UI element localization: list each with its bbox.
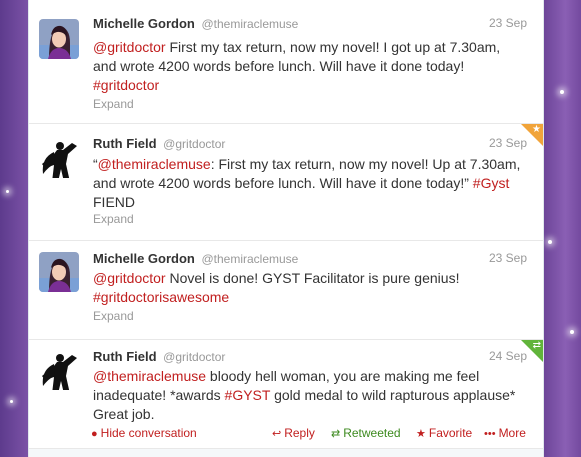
hashtag-link[interactable]: #Gyst: [473, 175, 510, 191]
tweet-text: “@themiraclemuse: First my tax return, n…: [93, 155, 527, 212]
background-left: [0, 0, 28, 457]
timeline: Michelle Gordon @themiraclemuse 23 Sep @…: [28, 0, 544, 457]
sparkle-decoration: [560, 90, 564, 94]
author-handle[interactable]: @gritdoctor: [163, 137, 225, 151]
author-name[interactable]: Michelle Gordon: [93, 16, 195, 31]
retweeted-label: Retweeted: [343, 426, 401, 440]
tweet[interactable]: ⇄ Ruth Field @gritdoctor 24 Sep @themira…: [29, 340, 543, 450]
reply-button[interactable]: ↩ Reply: [272, 426, 315, 440]
expand-link[interactable]: Expand: [93, 212, 134, 226]
avatar-ruth-field[interactable]: [39, 138, 79, 178]
star-icon: ★: [532, 124, 541, 135]
sparkle-decoration: [6, 190, 9, 193]
favorite-label: Favorite: [428, 426, 473, 440]
expand-link[interactable]: Expand: [93, 309, 134, 323]
author-name[interactable]: Michelle Gordon: [93, 251, 195, 266]
text-segment: FIEND: [93, 194, 135, 210]
text-segment: Novel is done! GYST Facilitator is pure …: [165, 270, 460, 286]
sparkle-decoration: [548, 240, 552, 244]
mention-link[interactable]: @themiraclemuse: [98, 156, 211, 172]
tweet-text: @gritdoctor First my tax return, now my …: [93, 38, 527, 95]
mention-link[interactable]: @themiraclemuse: [93, 368, 206, 384]
tweet-header: Ruth Field @gritdoctor 24 Sep: [93, 349, 527, 369]
mention-link[interactable]: @gritdoctor: [93, 39, 166, 55]
more-label: More: [498, 426, 526, 440]
speech-bubble-icon: ●: [91, 428, 98, 440]
tweet[interactable]: ★ Ruth Field @gritdoctor 23 Sep “@themir…: [29, 124, 543, 241]
background-right: [542, 0, 581, 457]
reply-icon: ↩: [272, 428, 282, 440]
hashtag-link[interactable]: #gritdoctor: [93, 77, 159, 93]
tweet-header: Michelle Gordon @themiraclemuse 23 Sep: [93, 251, 527, 271]
hide-conversation-link[interactable]: ● Hide conversation: [91, 426, 197, 440]
tweet-text: @themiraclemuse bloody hell woman, you a…: [93, 367, 527, 424]
hashtag-link[interactable]: #gritdoctorisawesome: [93, 289, 229, 305]
more-dots-icon: •••: [484, 428, 496, 440]
avatar-ruth-field[interactable]: [39, 350, 79, 390]
tweet-header: Ruth Field @gritdoctor 23 Sep: [93, 136, 527, 156]
tweet-timestamp[interactable]: 24 Sep: [489, 349, 527, 363]
tweet-timestamp[interactable]: 23 Sep: [489, 136, 527, 150]
author-handle[interactable]: @gritdoctor: [163, 350, 225, 364]
hide-conversation-label: Hide conversation: [100, 426, 197, 440]
tweet[interactable]: Michelle Gordon @themiraclemuse 23 Sep @…: [29, 0, 543, 124]
expand-link[interactable]: Expand: [93, 97, 134, 111]
retweet-corner-icon: ⇄: [532, 340, 541, 351]
author-name[interactable]: Ruth Field: [93, 136, 157, 151]
reply-label: Reply: [284, 426, 315, 440]
avatar-michelle-gordon[interactable]: [39, 19, 79, 59]
reply-box-edge: [29, 448, 543, 457]
tweet-text: @gritdoctor Novel is done! GYST Facilita…: [93, 269, 527, 307]
avatar-michelle-gordon[interactable]: [39, 252, 79, 292]
author-name[interactable]: Ruth Field: [93, 349, 157, 364]
hashtag-link[interactable]: #GYST: [225, 387, 271, 403]
mention-link[interactable]: @gritdoctor: [93, 270, 166, 286]
retweet-icon: ⇄: [331, 428, 341, 440]
sparkle-decoration: [10, 400, 13, 403]
retweeted-button[interactable]: ⇄ Retweeted: [331, 426, 401, 440]
more-button[interactable]: ••• More: [484, 426, 526, 440]
tweet[interactable]: Michelle Gordon @themiraclemuse 23 Sep @…: [29, 241, 543, 340]
tweet-timestamp[interactable]: 23 Sep: [489, 16, 527, 30]
author-handle[interactable]: @themiraclemuse: [201, 252, 298, 266]
star-icon: ★: [416, 428, 426, 440]
favorite-button[interactable]: ★ Favorite: [416, 426, 472, 440]
tweet-timestamp[interactable]: 23 Sep: [489, 251, 527, 265]
author-handle[interactable]: @themiraclemuse: [201, 17, 298, 31]
sparkle-decoration: [570, 330, 574, 334]
tweet-header: Michelle Gordon @themiraclemuse 23 Sep: [93, 16, 527, 36]
